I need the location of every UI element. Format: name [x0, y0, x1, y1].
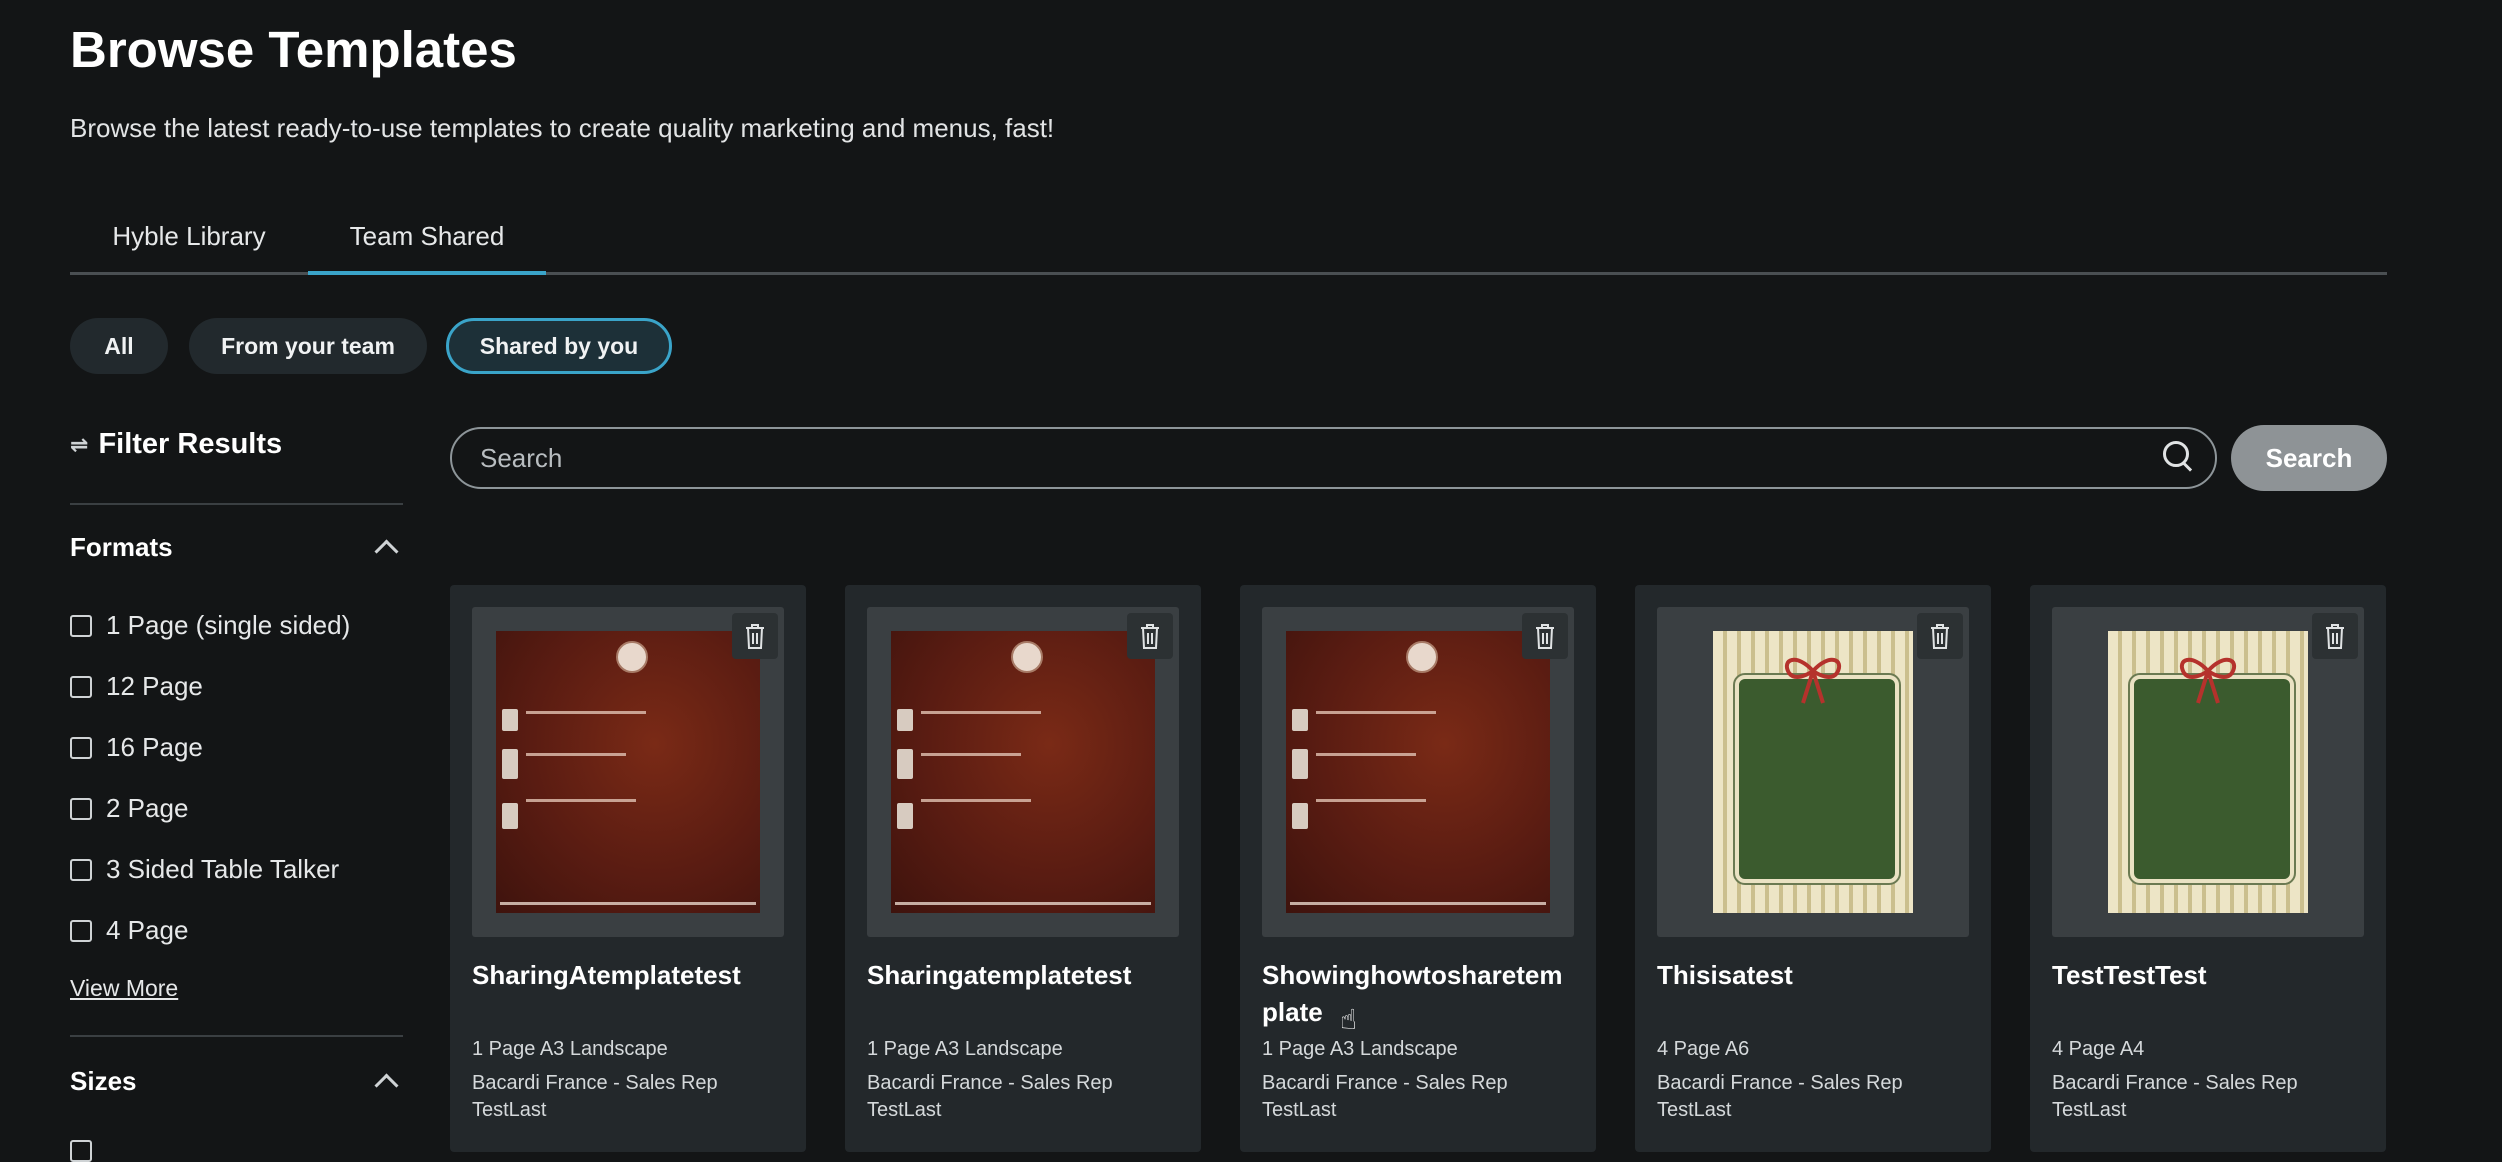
template-title[interactable]: Sharingatemplatetest — [867, 957, 1179, 994]
tab-hyble-library[interactable]: Hyble Library — [70, 200, 308, 272]
menu-artwork — [891, 631, 1155, 913]
christmas-artwork — [1713, 631, 1913, 913]
filter-results-heading: ⇌ Filter Results — [70, 428, 282, 461]
format-option-label: 16 Page — [106, 732, 203, 762]
delete-button[interactable] — [1522, 613, 1568, 659]
template-format: 4 Page A6 — [1657, 1038, 1750, 1060]
template-title[interactable]: SharingAtemplatetest — [472, 957, 784, 994]
checkbox[interactable] — [70, 858, 92, 881]
template-thumbnail[interactable] — [1262, 607, 1574, 937]
template-author: Bacardi France - Sales Rep TestLast — [2052, 1072, 2298, 1121]
chip-shared-by-you[interactable]: Shared by you — [446, 318, 672, 374]
template-card[interactable]: Thisisatest 4 Page A6 Bacardi France - S… — [1635, 585, 1991, 1152]
size-option[interactable] — [70, 1140, 92, 1162]
checkbox[interactable] — [70, 797, 92, 820]
template-format: 1 Page A3 Landscape — [1262, 1038, 1458, 1060]
format-option-label: 12 Page — [106, 671, 203, 701]
search-field — [450, 427, 2217, 489]
trash-icon — [746, 624, 764, 649]
delete-button[interactable] — [1917, 613, 1963, 659]
template-card[interactable]: Sharingatemplatetest 1 Page A3 Landscape… — [845, 585, 1201, 1152]
page-subtitle: Browse the latest ready-to-use templates… — [70, 113, 1055, 143]
sizes-section-toggle[interactable]: Sizes — [70, 1066, 403, 1098]
template-author: Bacardi France - Sales Rep TestLast — [472, 1072, 718, 1121]
checkbox[interactable] — [70, 675, 92, 698]
template-thumbnail[interactable] — [867, 607, 1179, 937]
template-author: Bacardi France - Sales Rep TestLast — [867, 1072, 1113, 1121]
format-option[interactable]: 3 Sided Table Talker — [70, 854, 339, 885]
page-title: Browse Templates — [70, 21, 517, 78]
delete-button[interactable] — [2312, 613, 2358, 659]
template-format: 1 Page A3 Landscape — [472, 1038, 668, 1060]
formats-label: Formats — [70, 532, 173, 562]
format-option-label: 3 Sided Table Talker — [106, 854, 340, 884]
divider — [70, 1035, 403, 1037]
search-input[interactable] — [478, 441, 2157, 475]
checkbox[interactable] — [70, 1140, 92, 1162]
format-option-label: 2 Page — [106, 793, 189, 823]
search-button[interactable]: Search — [2231, 425, 2387, 491]
format-option-label: 4 Page — [106, 915, 189, 945]
format-option[interactable]: 2 Page — [70, 793, 188, 824]
template-author: Bacardi France - Sales Rep TestLast — [1262, 1072, 1508, 1121]
view-more-formats-link[interactable]: View More — [70, 975, 178, 1002]
format-option[interactable]: 16 Page — [70, 732, 203, 763]
search-icon[interactable] — [2157, 436, 2201, 480]
filter-results-label: Filter Results — [98, 428, 283, 460]
checkbox[interactable] — [70, 736, 92, 759]
trash-icon — [1141, 624, 1159, 649]
template-format: 1 Page A3 Landscape — [867, 1038, 1063, 1060]
template-title[interactable]: Thisisatest — [1657, 957, 1969, 994]
delete-button[interactable] — [732, 613, 778, 659]
checkbox[interactable] — [70, 614, 92, 637]
chevron-up-icon — [374, 1073, 399, 1098]
template-title[interactable]: Showinghowtosharetemplate — [1262, 957, 1574, 1031]
trash-icon — [2326, 624, 2344, 649]
chip-from-your-team[interactable]: From your team — [189, 318, 427, 374]
christmas-artwork — [2108, 631, 2308, 913]
template-thumbnail[interactable] — [1657, 607, 1969, 937]
template-format: 4 Page A4 — [2052, 1038, 2145, 1060]
format-option[interactable]: 12 Page — [70, 671, 203, 702]
checkbox[interactable] — [70, 919, 92, 942]
delete-button[interactable] — [1127, 613, 1173, 659]
menu-artwork — [496, 631, 760, 913]
trash-icon — [1931, 624, 1949, 649]
template-thumbnail[interactable] — [2052, 607, 2364, 937]
template-card[interactable]: Showinghowtosharetemplate 1 Page A3 Land… — [1240, 585, 1596, 1152]
hand-cursor-icon: ☝ — [1340, 1004, 1358, 1035]
divider — [70, 503, 403, 505]
template-card[interactable]: SharingAtemplatetest 1 Page A3 Landscape… — [450, 585, 806, 1152]
formats-section-toggle[interactable]: Formats — [70, 532, 403, 564]
sliders-icon: ⇌ — [70, 431, 89, 457]
format-option[interactable]: 1 Page (single sided) — [70, 610, 350, 641]
template-card[interactable]: TestTestTest 4 Page A4 Bacardi France - … — [2030, 585, 2386, 1152]
template-title[interactable]: TestTestTest — [2052, 957, 2364, 994]
tab-team-shared[interactable]: Team Shared — [308, 200, 546, 275]
format-option-label: 1 Page (single sided) — [106, 610, 351, 640]
chip-all[interactable]: All — [70, 318, 168, 374]
template-thumbnail[interactable] — [472, 607, 784, 937]
format-option[interactable]: 4 Page — [70, 915, 188, 946]
menu-artwork — [1286, 631, 1550, 913]
trash-icon — [1536, 624, 1554, 649]
chevron-up-icon — [374, 539, 399, 564]
sizes-label: Sizes — [70, 1066, 137, 1096]
template-tabs: Hyble Library Team Shared — [70, 200, 2387, 275]
template-author: Bacardi France - Sales Rep TestLast — [1657, 1072, 1903, 1121]
